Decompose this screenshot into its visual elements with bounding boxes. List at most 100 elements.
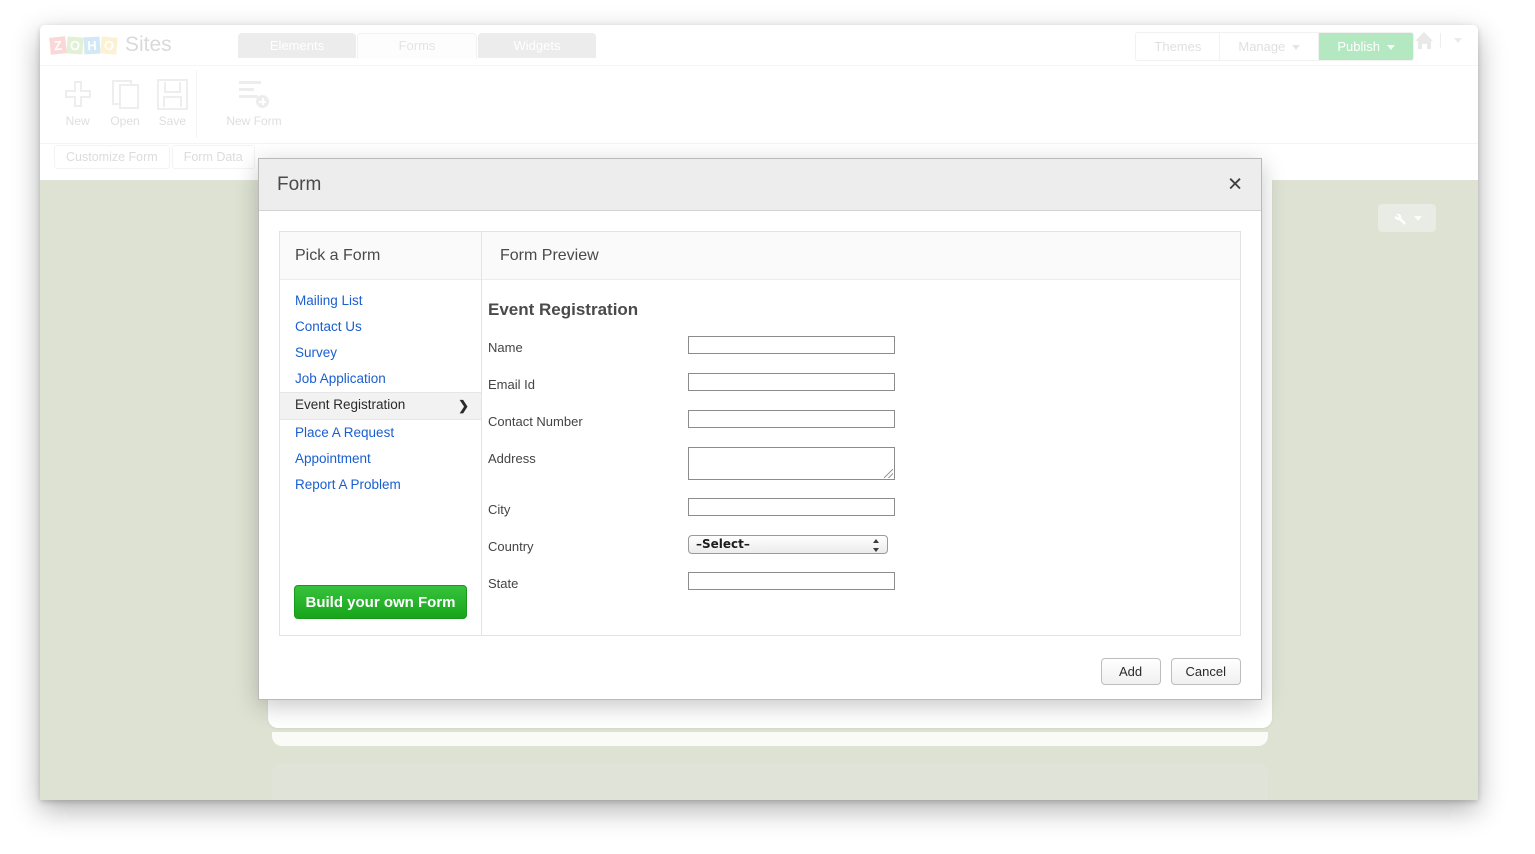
field-label-contact-number: Contact Number xyxy=(488,410,688,429)
ribbon-group-file: New Open Save xyxy=(54,70,197,138)
field-label-country: Country xyxy=(488,535,688,554)
new-form-icon xyxy=(210,76,298,112)
zoho-sites-logo[interactable]: Z O H O Sites xyxy=(50,33,172,57)
new-button-label: New xyxy=(54,114,101,128)
list-item-appointment[interactable]: Appointment xyxy=(280,446,481,472)
home-controls xyxy=(1415,32,1462,49)
list-item-place-a-request[interactable]: Place A Request xyxy=(280,420,481,446)
main-tabs: Elements Forms Widgets xyxy=(238,33,596,59)
form-template-list: Mailing List Contact Us Survey Job Appli… xyxy=(280,280,481,498)
chevron-down-icon xyxy=(1292,45,1300,50)
chevron-updown-icon xyxy=(873,539,880,552)
country-select-value: –Select– xyxy=(696,537,750,551)
new-button[interactable]: New xyxy=(54,70,101,128)
field-label-address: Address xyxy=(488,447,688,466)
field-row-address: Address xyxy=(488,447,1222,480)
modal-title: Form xyxy=(277,174,321,196)
top-right-controls: Themes Manage Publish xyxy=(1135,32,1414,61)
ribbon-group-forms: New Form xyxy=(210,70,342,138)
form-preview-panel: Form Preview Event Registration Name Ema… xyxy=(482,232,1240,635)
field-row-name: Name xyxy=(488,336,1222,355)
list-item-survey[interactable]: Survey xyxy=(280,340,481,366)
tab-widgets[interactable]: Widgets xyxy=(478,33,596,58)
form-preview-heading: Form Preview xyxy=(482,232,1240,280)
field-label-state: State xyxy=(488,572,688,591)
publish-button[interactable]: Publish xyxy=(1319,33,1413,60)
chevron-right-icon: ❯ xyxy=(458,394,469,418)
form-data-button[interactable]: Form Data xyxy=(172,145,255,169)
add-button[interactable]: Add xyxy=(1101,658,1161,685)
element-settings-widget[interactable] xyxy=(1378,204,1436,232)
list-item-event-registration[interactable]: Event Registration ❯ xyxy=(280,392,481,420)
site-content-strip xyxy=(272,732,1268,746)
ribbon-toolbar: New Open Save xyxy=(40,65,1478,144)
list-item-job-application[interactable]: Job Application xyxy=(280,366,481,392)
new-form-button[interactable]: New Form xyxy=(210,70,298,128)
chevron-down-icon xyxy=(1387,45,1395,50)
name-input[interactable] xyxy=(688,336,895,354)
wrench-icon[interactable] xyxy=(1392,211,1407,226)
tab-forms[interactable]: Forms xyxy=(357,33,477,59)
list-item-mailing-list[interactable]: Mailing List xyxy=(280,288,481,314)
home-icon[interactable] xyxy=(1415,32,1434,49)
save-button-label: Save xyxy=(149,114,196,128)
form-modal: Form ✕ Pick a Form Mailing List Contact … xyxy=(258,158,1262,700)
field-row-email-id: Email Id xyxy=(488,373,1222,392)
build-own-form-wrap: Build your own Form xyxy=(280,585,481,619)
preview-form-title: Event Registration xyxy=(488,300,1222,320)
contact-number-input[interactable] xyxy=(688,410,895,428)
close-icon[interactable]: ✕ xyxy=(1227,175,1243,194)
save-button[interactable]: Save xyxy=(149,70,196,128)
logo-product-name: Sites xyxy=(125,33,172,57)
site-footer-text: © 2012 Kate's Flower Shop | All Rights R… xyxy=(40,799,1478,800)
field-label-email-id: Email Id xyxy=(488,373,688,392)
zoho-logo-letter-o1: O xyxy=(66,36,83,54)
resize-grip-icon[interactable] xyxy=(884,469,893,478)
manage-button-label: Manage xyxy=(1238,39,1285,54)
field-row-city: City xyxy=(488,498,1222,517)
city-input[interactable] xyxy=(688,498,895,516)
list-item-contact-us[interactable]: Contact Us xyxy=(280,314,481,340)
field-label-name: Name xyxy=(488,336,688,355)
manage-button[interactable]: Manage xyxy=(1220,33,1319,60)
modal-header: Form ✕ xyxy=(259,159,1261,211)
chevron-down-icon[interactable] xyxy=(1454,38,1462,43)
address-textarea[interactable] xyxy=(688,447,895,480)
divider xyxy=(1440,33,1441,48)
list-item-report-a-problem[interactable]: Report A Problem xyxy=(280,472,481,498)
field-label-city: City xyxy=(488,498,688,517)
floppy-disk-icon xyxy=(149,76,196,112)
modal-footer: Add Cancel xyxy=(1101,658,1241,685)
field-row-contact-number: Contact Number xyxy=(488,410,1222,429)
country-select[interactable]: –Select– xyxy=(688,535,888,554)
themes-button[interactable]: Themes xyxy=(1136,33,1220,60)
form-preview-body: Event Registration Name Email Id Contact… xyxy=(482,280,1240,591)
modal-body: Pick a Form Mailing List Contact Us Surv… xyxy=(259,211,1261,699)
pick-a-form-panel: Pick a Form Mailing List Contact Us Surv… xyxy=(280,232,482,635)
field-row-country: Country –Select– xyxy=(488,535,1222,554)
modal-panels: Pick a Form Mailing List Contact Us Surv… xyxy=(279,231,1241,636)
email-id-input[interactable] xyxy=(688,373,895,391)
zoho-logo-letter-z: Z xyxy=(49,36,67,55)
open-button-label: Open xyxy=(101,114,148,128)
zoho-logo-tiles: Z O H O xyxy=(50,37,118,54)
list-item-label: Event Registration xyxy=(295,397,405,412)
cancel-button[interactable]: Cancel xyxy=(1171,658,1241,685)
screenshot-root: Z O H O Sites Elements Forms Widgets The… xyxy=(0,0,1535,854)
zoho-logo-letter-o2: O xyxy=(100,36,117,54)
pages-icon xyxy=(101,76,148,112)
customize-form-button[interactable]: Customize Form xyxy=(54,145,170,169)
top-bar: Z O H O Sites Elements Forms Widgets The… xyxy=(40,25,1478,65)
tab-elements[interactable]: Elements xyxy=(238,33,356,58)
new-form-button-label: New Form xyxy=(210,114,298,128)
build-your-own-form-button[interactable]: Build your own Form xyxy=(294,585,467,619)
plus-icon xyxy=(54,76,101,112)
publish-button-label: Publish xyxy=(1337,39,1380,54)
chevron-down-icon[interactable] xyxy=(1414,216,1422,221)
field-row-state: State xyxy=(488,572,1222,591)
pick-a-form-heading: Pick a Form xyxy=(280,232,481,280)
open-button[interactable]: Open xyxy=(101,70,148,128)
zoho-logo-letter-h: H xyxy=(84,36,101,54)
site-footer-block xyxy=(272,764,1268,800)
state-input[interactable] xyxy=(688,572,895,590)
